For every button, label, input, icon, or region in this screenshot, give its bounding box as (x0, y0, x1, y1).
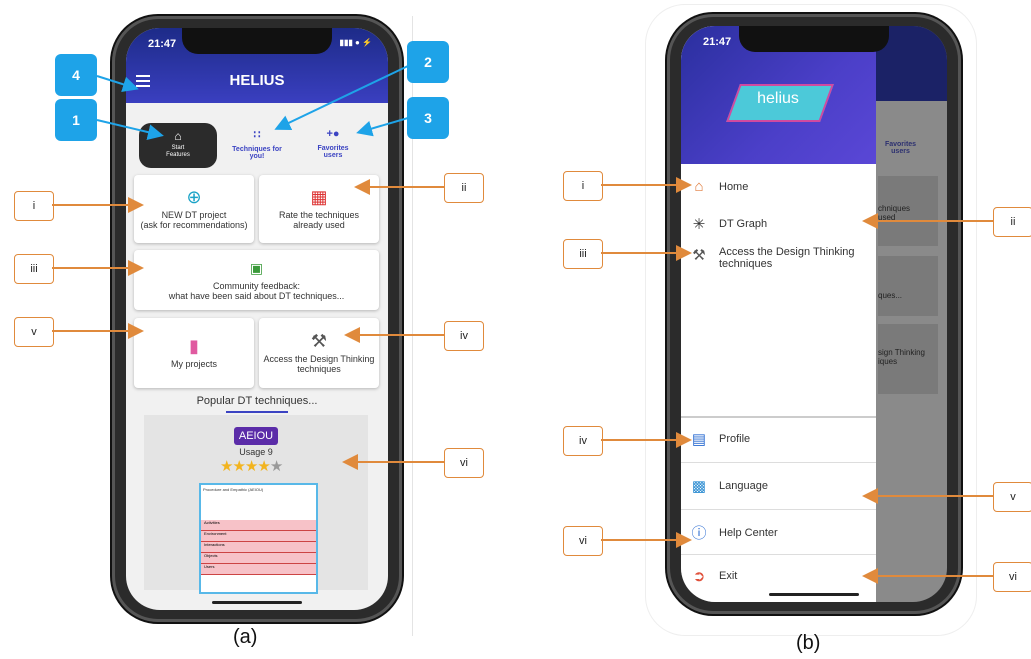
arrow-3 (356, 117, 409, 137)
arrow-1 (96, 119, 164, 141)
arrow-2 (274, 65, 409, 131)
arrow-4 (96, 75, 139, 93)
callout-arrows (52, 65, 993, 584)
